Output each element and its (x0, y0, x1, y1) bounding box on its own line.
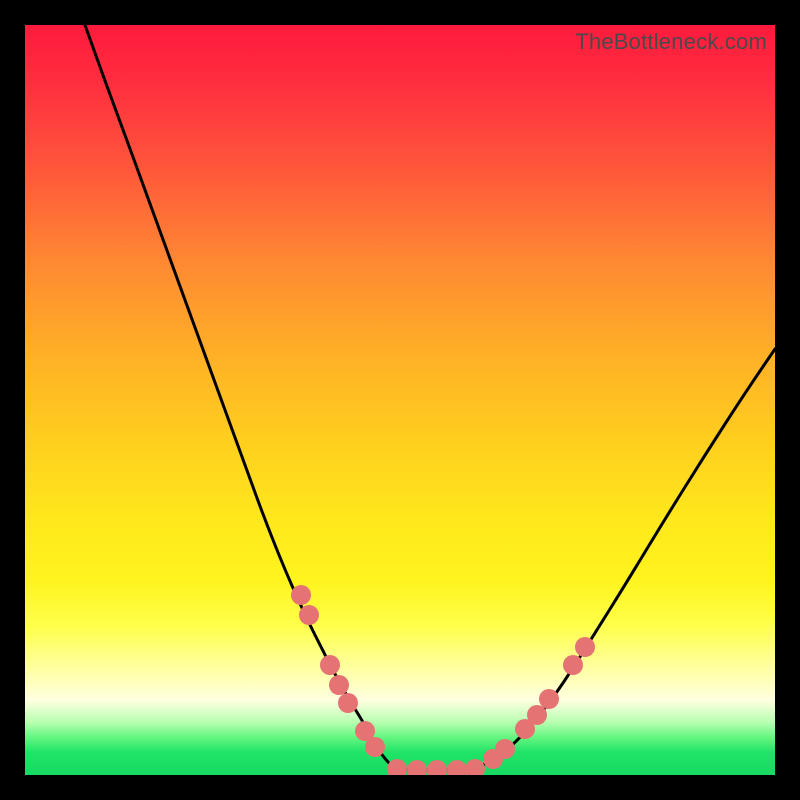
curve-marker (495, 739, 515, 759)
curve-marker (563, 655, 583, 675)
curves-svg (25, 25, 775, 775)
curve-marker (575, 637, 595, 657)
curve-marker (407, 760, 427, 775)
curve-marker (291, 585, 311, 605)
plot-area: TheBottleneck.com (25, 25, 775, 775)
curve-marker (387, 759, 407, 775)
curve-marker (527, 705, 547, 725)
curve-marker (320, 655, 340, 675)
watermark-label: TheBottleneck.com (575, 29, 767, 55)
curve-marker (539, 689, 559, 709)
curve-markers (291, 585, 595, 775)
curve-marker (427, 760, 447, 775)
curve-marker (447, 760, 467, 775)
curve-marker (299, 605, 319, 625)
curve-marker (465, 759, 485, 775)
curve-marker (329, 675, 349, 695)
chart-frame: TheBottleneck.com (0, 0, 800, 800)
curve-path (85, 25, 775, 770)
bottleneck-curve (85, 25, 775, 770)
curve-marker (365, 737, 385, 757)
curve-marker (338, 693, 358, 713)
